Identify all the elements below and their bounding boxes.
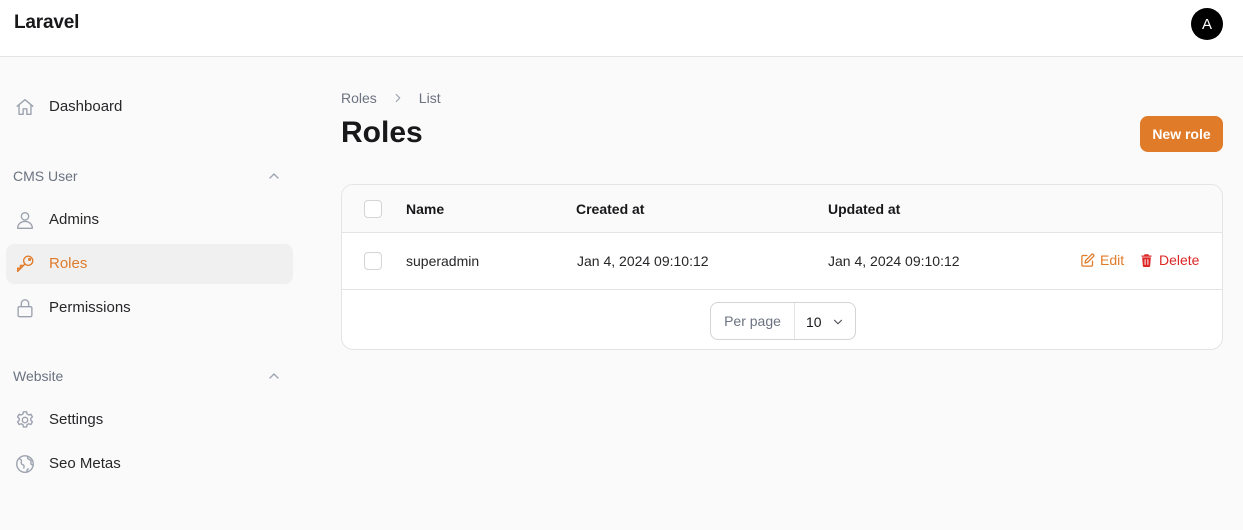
- chevron-up-icon[interactable]: [266, 168, 282, 184]
- sidebar: Dashboard CMS User Admins Roles Permissi…: [0, 57, 300, 530]
- sidebar-item-label: Dashboard: [49, 98, 123, 115]
- cell-updated-at: Jan 4, 2024 09:10:12: [828, 253, 960, 269]
- roles-table: Name Created at Updated at superadmin Ja…: [341, 184, 1223, 350]
- cell-created-at: Jan 4, 2024 09:10:12: [577, 253, 709, 269]
- lock-icon: [17, 299, 33, 318]
- cell-name: superadmin: [406, 253, 480, 269]
- edit-label: Edit: [1100, 252, 1125, 268]
- chevron-right-icon: [395, 93, 401, 103]
- home-icon: [16, 98, 34, 116]
- globe-icon: [16, 455, 34, 473]
- breadcrumb-roles[interactable]: Roles: [341, 90, 377, 106]
- table-row: superadmin Jan 4, 2024 09:10:12 Jan 4, 2…: [342, 233, 1222, 290]
- page-title: Roles: [341, 116, 423, 149]
- delete-button[interactable]: Delete: [1139, 252, 1199, 268]
- sidebar-item-permissions[interactable]: Permissions: [6, 288, 293, 328]
- sidebar-item-label: Seo Metas: [49, 455, 121, 472]
- sidebar-item-seo-metas[interactable]: Seo Metas: [6, 444, 293, 484]
- sidebar-item-label: Settings: [49, 411, 104, 428]
- row-checkbox[interactable]: [364, 252, 382, 270]
- sidebar-item-roles[interactable]: Roles: [6, 244, 293, 284]
- breadcrumb: Roles List: [341, 90, 441, 106]
- key-icon: [16, 255, 34, 273]
- new-role-button[interactable]: New role: [1140, 116, 1223, 152]
- select-all-checkbox[interactable]: [364, 200, 382, 218]
- sidebar-item-label: Admins: [49, 211, 100, 228]
- per-page-select[interactable]: 10: [795, 303, 855, 339]
- sidebar-item-label: Roles: [49, 255, 88, 272]
- pencil-square-icon: [1081, 253, 1095, 267]
- delete-label: Delete: [1159, 252, 1200, 268]
- table-header: Name Created at Updated at: [342, 185, 1222, 233]
- chevron-up-icon[interactable]: [266, 368, 282, 384]
- sidebar-item-label: Permissions: [49, 299, 131, 316]
- sidebar-item-dashboard[interactable]: Dashboard: [6, 87, 293, 127]
- edit-button[interactable]: Edit: [1080, 252, 1124, 268]
- column-header-name[interactable]: Name: [406, 201, 444, 217]
- brand-logo[interactable]: Laravel: [14, 12, 79, 34]
- sidebar-item-admins[interactable]: Admins: [6, 200, 293, 240]
- top-bar: Laravel A: [0, 0, 1243, 57]
- chevron-down-icon: [833, 319, 843, 325]
- user-icon: [16, 211, 34, 229]
- per-page-control: Per page 10: [710, 302, 856, 340]
- sidebar-group-cms-user[interactable]: CMS User: [13, 168, 78, 184]
- column-header-created-at[interactable]: Created at: [576, 201, 644, 217]
- column-header-updated-at[interactable]: Updated at: [828, 201, 900, 217]
- sidebar-group-website[interactable]: Website: [13, 368, 63, 384]
- trash-icon: [1141, 253, 1152, 267]
- gear-icon: [16, 411, 34, 428]
- sidebar-item-settings[interactable]: Settings: [6, 400, 293, 440]
- user-avatar[interactable]: A: [1191, 8, 1223, 40]
- per-page-value: 10: [806, 314, 822, 330]
- breadcrumb-list: List: [418, 90, 441, 106]
- per-page-label: Per page: [711, 303, 795, 339]
